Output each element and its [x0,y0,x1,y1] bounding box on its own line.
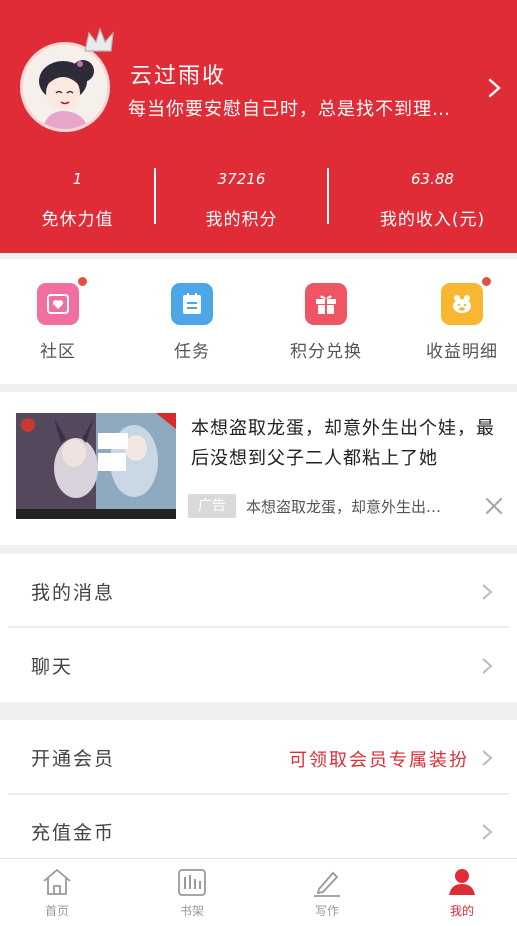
stat-value: 63.88 [411,170,454,188]
username[interactable]: 云过雨收 [130,58,226,90]
stat-label: 我的积分 [205,210,278,230]
task-list-icon [171,283,213,325]
chevron-right-icon[interactable] [484,77,504,99]
ad-image[interactable] [16,413,176,519]
stat-label: 免休力值 [41,210,114,230]
user-icon [449,869,475,895]
ad-badge: 广告 [188,494,236,518]
tab-label: 书架 [179,904,204,918]
menu-item-label: 充值金币 [31,822,116,844]
stat-label: 我的收入(元) [379,210,486,230]
close-icon[interactable] [484,496,504,516]
stat-stamina[interactable]: 1 免休力值 [0,168,155,230]
signature: 每当你要安慰自己时，总是找不到理… [128,99,451,120]
stat-divider [327,168,329,224]
tab-bookshelf[interactable]: 书架 [152,867,232,919]
menu-item-label: 聊天 [31,656,74,678]
menu-item-messages[interactable]: 我的消息 [0,554,517,630]
ad-card[interactable]: 本想盗取龙蛋，却意外生出个娃，最后没想到父子二人都粘上了她 广告 本想盗取龙蛋，… [0,392,517,545]
grid-label: 社区 [40,342,76,362]
feature-grid: 社区 任务 积分兑换 收益明细 [0,259,517,384]
stat-value: 37216 [217,170,266,188]
notification-dot [76,275,89,288]
menu-item-label: 我的消息 [31,582,116,604]
tab-home[interactable]: 首页 [17,867,97,919]
grid-label: 任务 [174,342,210,362]
pen-icon [314,871,340,897]
menu-group-membership: 开通会员 可领取会员专属装扮 充值金币 [0,720,517,858]
avatar-illustration [23,45,107,129]
menu-item-label: 开通会员 [31,748,116,770]
app-root: 云过雨收 每当你要安慰自己时，总是找不到理… 1 免休力值 37216 我的积分… [0,0,517,926]
grid-label: 积分兑换 [290,342,362,362]
gift-icon [305,283,347,325]
ad-description: 本想盗取龙蛋，却意外生出… [246,498,442,516]
grid-item-community[interactable]: 社区 [8,275,108,362]
crown-icon [84,27,114,52]
bottom-tab-bar: 首页 书架 写作 我的 [0,858,517,926]
grid-label: 收益明细 [426,342,498,362]
tab-label: 首页 [44,904,69,918]
stat-income[interactable]: 63.88 我的收入(元) [355,168,510,230]
grid-item-earnings[interactable]: 收益明细 [412,275,512,362]
grid-item-tasks[interactable]: 任务 [142,283,242,362]
bookshelf-icon [178,869,206,896]
stat-points[interactable]: 37216 我的积分 [164,168,319,230]
grid-item-points-exchange[interactable]: 积分兑换 [276,283,376,362]
tab-label: 写作 [314,904,339,918]
tab-label: 我的 [449,904,474,918]
chevron-right-icon [482,824,493,840]
chevron-right-icon [482,658,493,674]
menu-group-messages: 我的消息 聊天 [0,554,517,702]
home-icon [43,868,71,895]
heart-envelope-icon [37,275,89,325]
profile-header: 云过雨收 每当你要安慰自己时，总是找不到理… 1 免休力值 37216 我的积分… [0,0,517,253]
menu-item-vip[interactable]: 开通会员 可领取会员专属装扮 [0,720,517,794]
menu-item-chat[interactable]: 聊天 [0,628,517,704]
menu-item-promo: 可领取会员专属装扮 [289,750,469,771]
chevron-right-icon [482,750,493,766]
notification-dot [480,275,493,288]
tab-mine[interactable]: 我的 [422,867,502,919]
stat-value: 1 [72,170,83,188]
chevron-right-icon [482,584,493,600]
piggy-icon [441,275,493,325]
ad-title[interactable]: 本想盗取龙蛋，却意外生出个娃，最后没想到父子二人都粘上了她 [191,414,501,474]
stat-divider [154,168,156,224]
tab-write[interactable]: 写作 [287,867,367,919]
